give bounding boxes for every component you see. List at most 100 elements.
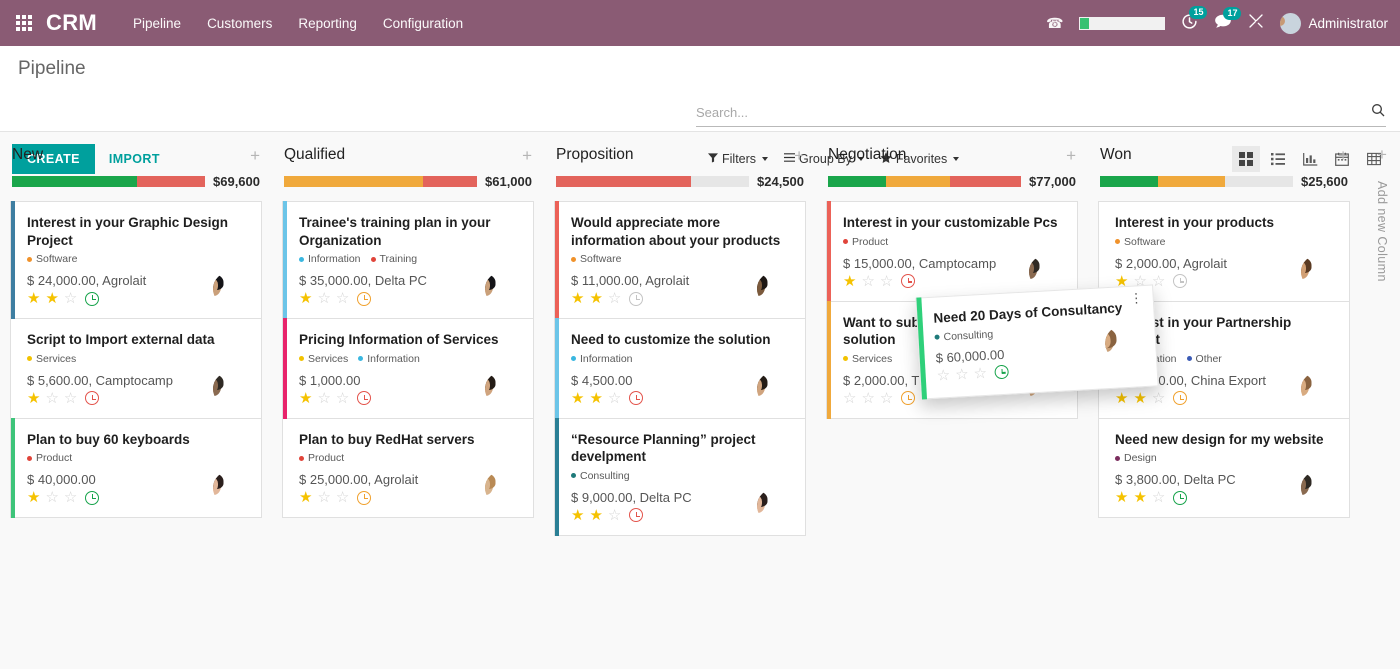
card-tag[interactable]: Training — [371, 253, 418, 265]
priority-star[interactable]: ★ — [1133, 391, 1146, 406]
priority-star[interactable]: ☆ — [336, 291, 349, 306]
priority-star[interactable]: ★ — [571, 508, 584, 523]
priority-star[interactable]: ☆ — [608, 291, 621, 306]
menu-item-reporting[interactable]: Reporting — [298, 16, 357, 31]
add-column-plus-icon[interactable]: + — [1360, 146, 1400, 163]
priority-star[interactable]: ☆ — [955, 366, 969, 382]
card-tag[interactable]: Product — [27, 452, 72, 464]
activity-clock-icon[interactable] — [357, 292, 371, 306]
avatar[interactable] — [1301, 255, 1335, 289]
activity-clock-icon[interactable] — [1173, 274, 1187, 288]
priority-star[interactable]: ☆ — [861, 391, 874, 406]
activity-clock-icon[interactable] — [357, 391, 371, 405]
phone-icon[interactable]: ☎ — [1046, 15, 1063, 32]
activity-clock-icon[interactable] — [1173, 491, 1187, 505]
card-tag[interactable]: Product — [843, 236, 888, 248]
card-tag[interactable]: Services — [299, 353, 348, 365]
dragging-card[interactable]: ⋮ Need 20 Days of Consultancy Consulting… — [915, 284, 1158, 399]
activity-clock-icon[interactable] — [629, 292, 643, 306]
activity-clock-icon[interactable] — [357, 491, 371, 505]
activity-clock-icon[interactable] — [85, 391, 99, 405]
activity-clock-icon[interactable] — [85, 292, 99, 306]
kanban-card[interactable]: Need to customize the solutionInformatio… — [554, 319, 806, 419]
avatar[interactable] — [757, 489, 791, 523]
priority-star[interactable]: ☆ — [843, 391, 856, 406]
progress-segment[interactable] — [886, 176, 950, 187]
column-title[interactable]: Won — [1100, 146, 1132, 164]
avatar[interactable] — [213, 372, 247, 406]
menu-item-pipeline[interactable]: Pipeline — [133, 16, 181, 31]
progress-segment[interactable] — [423, 176, 477, 187]
priority-star[interactable]: ☆ — [608, 391, 621, 406]
kanban-card[interactable]: Script to Import external dataServices$ … — [10, 319, 262, 419]
progress-segment[interactable] — [284, 176, 423, 187]
priority-star[interactable]: ★ — [589, 391, 602, 406]
priority-star[interactable]: ★ — [45, 291, 58, 306]
brand-crm[interactable]: CRM — [46, 10, 97, 36]
progress-segment[interactable] — [1158, 176, 1226, 187]
card-tag[interactable]: Other — [1187, 353, 1222, 365]
progress-segment[interactable] — [828, 176, 886, 187]
activity-clock-icon[interactable] — [1173, 391, 1187, 405]
priority-star[interactable]: ★ — [1115, 391, 1128, 406]
priority-star[interactable]: ★ — [27, 490, 40, 505]
card-tag[interactable]: Software — [27, 253, 77, 265]
avatar[interactable] — [1301, 471, 1335, 505]
priority-star[interactable]: ★ — [589, 508, 602, 523]
kanban-card[interactable]: Interest in your customizable PcsProduct… — [826, 201, 1078, 302]
card-tag[interactable]: Services — [843, 353, 892, 365]
priority-star[interactable]: ★ — [571, 291, 584, 306]
card-tag[interactable]: Software — [571, 253, 621, 265]
card-tag[interactable]: Information — [358, 353, 420, 365]
activity-clock-icon[interactable] — [629, 391, 643, 405]
menu-item-configuration[interactable]: Configuration — [383, 16, 463, 31]
messages-icon[interactable]: 17 — [1214, 14, 1232, 33]
priority-star[interactable]: ☆ — [336, 391, 349, 406]
activities-icon[interactable]: 15 — [1181, 13, 1198, 33]
avatar[interactable] — [213, 272, 247, 306]
kanban-card[interactable]: Plan to buy 60 keyboardsProduct$ 40,000.… — [10, 419, 262, 519]
priority-star[interactable]: ★ — [299, 490, 312, 505]
search-input[interactable] — [696, 105, 1370, 120]
user-menu[interactable]: Administrator — [1280, 13, 1388, 34]
priority-star[interactable]: ★ — [299, 391, 312, 406]
priority-star[interactable]: ☆ — [973, 365, 987, 381]
card-tag[interactable]: Information — [571, 353, 633, 365]
priority-star[interactable]: ☆ — [608, 508, 621, 523]
priority-star[interactable]: ☆ — [336, 490, 349, 505]
priority-star[interactable]: ☆ — [861, 274, 874, 289]
progress-segment[interactable] — [12, 176, 137, 187]
priority-star[interactable]: ☆ — [317, 391, 330, 406]
avatar[interactable] — [485, 272, 519, 306]
avatar[interactable] — [1301, 372, 1335, 406]
activity-clock-icon[interactable] — [901, 274, 915, 288]
card-tag[interactable]: Consulting — [934, 328, 993, 343]
priority-star[interactable]: ☆ — [45, 490, 58, 505]
activity-clock-icon[interactable] — [85, 491, 99, 505]
priority-star[interactable]: ☆ — [317, 490, 330, 505]
column-add-card-button[interactable]: + — [250, 147, 260, 164]
progress-segment[interactable] — [1100, 176, 1158, 187]
priority-star[interactable]: ★ — [843, 274, 856, 289]
priority-star[interactable]: ★ — [27, 291, 40, 306]
kanban-card[interactable]: Need new design for my websiteDesign$ 3,… — [1098, 419, 1350, 519]
priority-star[interactable]: ★ — [1133, 490, 1146, 505]
kanban-card[interactable]: Trainee's training plan in your Organiza… — [282, 201, 534, 319]
progress-segment[interactable] — [556, 176, 691, 187]
avatar[interactable] — [213, 471, 247, 505]
column-add-card-button[interactable]: + — [1338, 147, 1348, 164]
priority-star[interactable]: ☆ — [1152, 391, 1165, 406]
avatar[interactable] — [485, 372, 519, 406]
progress-segment[interactable] — [691, 176, 749, 187]
column-title[interactable]: Qualified — [284, 146, 345, 164]
column-title[interactable]: New — [12, 146, 43, 164]
avatar[interactable] — [757, 272, 791, 306]
add-new-column[interactable]: +Add new Column — [1360, 132, 1400, 627]
avatar[interactable] — [1029, 255, 1063, 289]
priority-star[interactable]: ★ — [589, 291, 602, 306]
priority-star[interactable]: ☆ — [1152, 274, 1165, 289]
avatar[interactable] — [485, 471, 519, 505]
priority-star[interactable]: ☆ — [45, 391, 58, 406]
activity-clock-icon[interactable] — [995, 365, 1010, 380]
priority-star[interactable]: ★ — [1115, 490, 1128, 505]
